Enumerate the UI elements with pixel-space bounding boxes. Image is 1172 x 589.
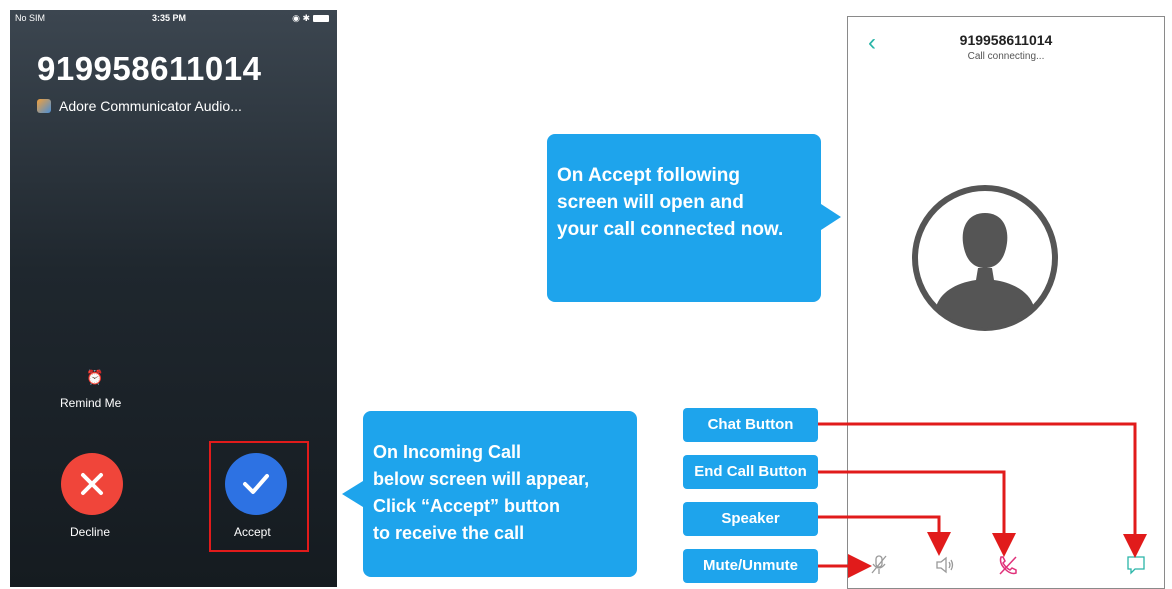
- chat-button-label: Chat Button: [683, 408, 818, 442]
- speaker-connector: [818, 515, 951, 556]
- chat-connector: [818, 422, 1147, 558]
- speaker-label: Speaker: [683, 502, 818, 536]
- end-call-connector: [818, 470, 1016, 557]
- mute-unmute-label: Mute/Unmute: [683, 549, 818, 583]
- end-call-button-label: End Call Button: [683, 455, 818, 489]
- connector-lines: [818, 422, 1147, 578]
